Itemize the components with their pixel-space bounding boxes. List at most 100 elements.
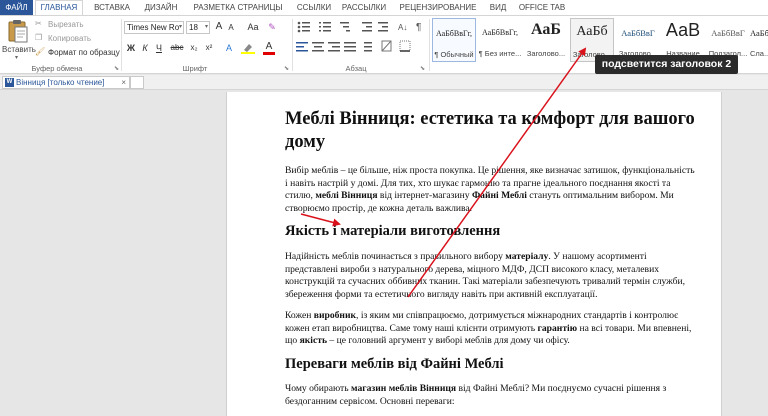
shading-icon [381, 40, 392, 52]
ribbon-tab-bar: ФАЙЛ ГЛАВНАЯ ВСТАВКА ДИЗАЙН РАЗМЕТКА СТР… [0, 0, 768, 16]
bold-button[interactable]: Ж [126, 42, 136, 54]
tab-insert[interactable]: ВСТАВКА [90, 0, 134, 15]
font-color-button[interactable]: A [262, 40, 276, 55]
scissors-icon: ✂ [35, 19, 42, 28]
tab-office-tab[interactable]: OFFICE TAB [517, 0, 567, 15]
chevron-down-icon: ▾ [15, 55, 19, 61]
tab-view[interactable]: ВИД [487, 0, 509, 15]
style-sample: АаБбВвГг, [481, 28, 518, 37]
font-size-value: 18 [189, 23, 198, 32]
tab-file[interactable]: ФАЙЛ [0, 0, 33, 15]
close-icon[interactable]: × [121, 77, 126, 88]
paragraph-group-label: Абзац [345, 64, 367, 73]
clear-format-icon[interactable]: ✎ [266, 21, 278, 33]
copy-icon: ❐ [35, 33, 43, 42]
copy-button[interactable]: ❐ Копировать [35, 32, 91, 44]
heading-1: Меблі Вінниця: естетика та комфорт для в… [285, 109, 695, 152]
paragraph-launcher-icon[interactable]: ⬊ [420, 65, 425, 72]
new-tab-button[interactable] [130, 76, 144, 89]
subscript-button[interactable]: x₂ [188, 42, 200, 54]
paste-button[interactable]: Вставить ▾ [2, 19, 36, 64]
align-left-icon [296, 42, 308, 52]
style-tooltip: подсветится заголовок 2 [595, 55, 738, 74]
align-right-icon [328, 42, 340, 52]
style-name: ¶ Без инте... [478, 49, 522, 58]
tab-design[interactable]: ДИЗАЙН [141, 0, 181, 15]
font-group-label: Шрифт [182, 64, 208, 73]
clipboard-launcher-icon[interactable]: ⬊ [114, 65, 119, 72]
format-painter-label: Формат по образцу [48, 47, 120, 57]
bullets-icon [297, 21, 310, 33]
tab-home[interactable]: ГЛАВНАЯ [35, 0, 83, 16]
group-separator [121, 19, 122, 71]
group-separator [292, 19, 293, 71]
format-painter-button[interactable]: 🖌 Формат по образцу [35, 46, 120, 58]
tab-references[interactable]: ССЫЛКИ [295, 0, 333, 15]
font-name-value: Times New Ro [127, 23, 180, 32]
style-name: Заголово... [526, 49, 566, 58]
style-sample: АаБбВвГ [621, 28, 655, 38]
paragraph: Вибір меблів – це більше, ніж проста пок… [285, 165, 695, 214]
style-sample: АаБбВвГг [750, 28, 768, 38]
pilcrow-icon: ¶ [416, 22, 421, 33]
strikethrough-button[interactable]: abc [168, 42, 186, 54]
clipboard-group-label: Буфер обмена [31, 64, 83, 73]
underline-button[interactable]: Ч [154, 42, 164, 54]
font-size-select[interactable]: 18 ▾ [186, 21, 210, 34]
document-page[interactable]: Меблі Вінниця: естетика та комфорт для в… [226, 92, 722, 416]
svg-text:A↓: A↓ [398, 23, 407, 32]
style-name: ¶ Обычный [434, 50, 474, 59]
style-sample: АаБ [531, 21, 561, 38]
heading-2: Переваги меблів від Файні Меблі [285, 356, 504, 372]
tab-mailings[interactable]: РАССЫЛКИ [341, 0, 387, 15]
text-effects-icon[interactable]: A [222, 42, 236, 54]
style-sample: АаБбВвГг, [435, 29, 472, 38]
style-sample: АаБб [576, 24, 608, 39]
align-center-icon [312, 42, 324, 52]
multilevel-list-icon [340, 22, 350, 32]
line-spacing-icon [364, 42, 372, 52]
highlight-color-button[interactable] [240, 42, 256, 54]
numbering-icon [319, 22, 331, 32]
font-launcher-icon[interactable]: ⬊ [284, 65, 289, 72]
paste-label: Вставить [2, 45, 36, 54]
style-sample: АаБбВвГ [711, 28, 745, 38]
grow-font-button[interactable]: A [214, 21, 224, 33]
document-tab-title: Вінниця [только чтение] [16, 78, 105, 87]
style-sample: АаВ [665, 20, 701, 40]
paragraph: Кожен виробник, із яким ми співпрацюємо,… [285, 310, 692, 347]
cut-button[interactable]: ✂ Вырезать [35, 18, 84, 30]
paragraph-controls: A↓ ¶ [296, 21, 421, 52]
group-separator [429, 19, 430, 71]
style-subtle-emphasis[interactable]: АаБбВвГг Сла... [750, 18, 768, 62]
word-icon: W [5, 78, 14, 87]
borders-icon [399, 40, 411, 52]
style-normal[interactable]: АаБбВвГг, ¶ Обычный [432, 18, 476, 62]
copy-label: Копировать [48, 33, 92, 43]
font-name-select[interactable]: Times New Ro ▾ [124, 21, 184, 34]
chevron-down-icon: ▾ [204, 24, 208, 30]
svg-text:¶: ¶ [416, 22, 421, 33]
font-color-swatch [263, 52, 275, 55]
italic-button[interactable]: К [140, 42, 150, 54]
sort-icon: A↓ [398, 23, 407, 32]
change-case-button[interactable]: Aa [244, 21, 262, 33]
style-no-spacing[interactable]: АаБбВвГг, ¶ Без инте... [478, 18, 522, 62]
highlighter-icon [241, 44, 255, 54]
heading-2: Якість і матеріали виготовлення [285, 223, 501, 239]
style-heading-1[interactable]: АаБ Заголово... [524, 18, 568, 62]
paragraph: Надійність меблів починається з правильн… [285, 251, 686, 300]
document-tab[interactable]: W Вінниця [только чтение] × [2, 76, 130, 89]
justify-icon [344, 42, 356, 52]
style-name: Сла... [750, 49, 768, 58]
clipboard-icon [8, 20, 28, 43]
tab-page-layout[interactable]: РАЗМЕТКА СТРАНИЦЫ [190, 0, 286, 15]
tab-review[interactable]: РЕЦЕНЗИРОВАНИЕ [396, 0, 480, 15]
superscript-button[interactable]: x² [203, 42, 215, 54]
document-tab-strip: W Вінниця [только чтение] × [0, 75, 768, 90]
highlight-swatch [241, 52, 255, 54]
cut-label: Вырезать [48, 19, 84, 29]
indent-icons [362, 22, 388, 32]
shrink-font-button[interactable]: A [226, 22, 236, 34]
paragraph: Чому обирають магазин меблів Вінниця від… [285, 383, 667, 407]
